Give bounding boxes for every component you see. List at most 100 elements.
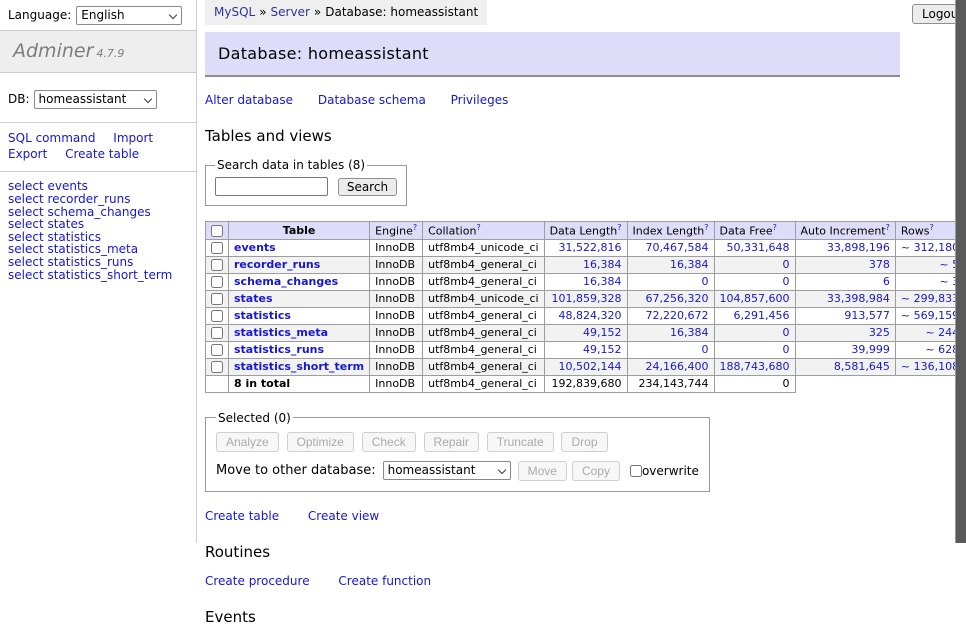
row-checkbox[interactable] <box>211 361 223 373</box>
help-link[interactable]: ? <box>704 223 708 232</box>
data-free-link[interactable]: 0 <box>783 326 790 339</box>
index-length-link[interactable]: 67,256,320 <box>646 292 709 305</box>
table-link[interactable]: statistics_meta <box>234 326 328 339</box>
row-checkbox[interactable] <box>211 242 223 254</box>
column-header-auto-increment: Auto Increment? <box>795 222 895 240</box>
table-link[interactable]: schema_changes <box>234 275 338 288</box>
auto-increment-link[interactable]: 39,999 <box>851 343 890 356</box>
engine-cell: InnoDB <box>370 256 423 273</box>
language-select[interactable]: English <box>76 6 182 25</box>
data-length-link[interactable]: 48,824,320 <box>559 309 622 322</box>
table-link[interactable]: recorder_runs <box>234 258 320 271</box>
sidebar-link-create-table[interactable]: Create table <box>65 147 139 161</box>
auto-increment-link[interactable]: 33,898,196 <box>827 241 890 254</box>
sidebar-item-select-statistics-runs[interactable]: select statistics_runs <box>8 256 188 269</box>
data-free-link[interactable]: 104,857,600 <box>720 292 790 305</box>
help-link[interactable]: ? <box>886 223 890 232</box>
rows-count-link[interactable]: ~ 569,159 <box>901 309 959 322</box>
table-link[interactable]: statistics_runs <box>234 343 324 356</box>
row-checkbox[interactable] <box>211 344 223 356</box>
table-link[interactable]: statistics <box>234 309 291 322</box>
index-length-link[interactable]: 16,384 <box>670 326 709 339</box>
help-link[interactable]: ? <box>773 223 777 232</box>
help-link[interactable]: ? <box>617 223 621 232</box>
row-checkbox[interactable] <box>211 327 223 339</box>
total-data-length: 192,839,680 <box>544 375 627 392</box>
move-database-select[interactable]: homeassistant <box>383 461 511 480</box>
auto-increment-link[interactable]: 6 <box>883 275 890 288</box>
sidebar-link-sql-command[interactable]: SQL command <box>8 131 95 145</box>
data-free-link[interactable]: 188,743,680 <box>720 360 790 373</box>
auto-increment-link[interactable]: 33,398,984 <box>827 292 890 305</box>
data-free-link[interactable]: 6,291,456 <box>734 309 790 322</box>
create-procedure-link[interactable]: Create procedure <box>205 574 310 588</box>
engine-cell: InnoDB <box>370 324 423 341</box>
index-length-link[interactable]: 70,467,584 <box>646 241 709 254</box>
breadcrumb-link-server[interactable]: Server <box>271 5 310 19</box>
auto-increment-link[interactable]: 378 <box>869 258 890 271</box>
sidebar-link-import[interactable]: Import <box>113 131 153 145</box>
auto-increment-link[interactable]: 325 <box>869 326 890 339</box>
select-all-checkbox[interactable] <box>211 225 223 237</box>
data-free-link[interactable]: 0 <box>783 343 790 356</box>
search-input[interactable] <box>215 177 328 196</box>
move-button[interactable]: Move <box>518 461 567 481</box>
db-row: DB:homeassistant <box>0 90 196 123</box>
create-view-link[interactable]: Create view <box>308 509 379 523</box>
alter-database-link[interactable]: Alter database <box>205 93 293 107</box>
data-free-link[interactable]: 0 <box>783 258 790 271</box>
auto-increment-link[interactable]: 8,581,645 <box>834 360 890 373</box>
sidebar-item-select-recorder-runs[interactable]: select recorder_runs <box>8 193 188 206</box>
sidebar-item-select-states[interactable]: select states <box>8 218 188 231</box>
data-length-link[interactable]: 10,502,144 <box>559 360 622 373</box>
table-link[interactable]: states <box>234 292 273 305</box>
check-button[interactable]: Check <box>362 432 416 452</box>
overwrite-checkbox[interactable] <box>630 465 642 477</box>
analyze-button[interactable]: Analyze <box>216 432 279 452</box>
adminer-logo[interactable]: Adminer4.7.9 <box>0 30 196 73</box>
row-checkbox[interactable] <box>211 310 223 322</box>
rows-count-link[interactable]: ~ 136,108 <box>901 360 959 373</box>
sidebar-actions: SQL command Import Export Create table <box>0 123 197 172</box>
create-function-link[interactable]: Create function <box>338 574 431 588</box>
index-length-link[interactable]: 72,220,672 <box>646 309 709 322</box>
data-length-link[interactable]: 31,522,816 <box>559 241 622 254</box>
copy-button[interactable]: Copy <box>572 461 620 481</box>
rows-count-link[interactable]: ~ 312,180 <box>901 241 959 254</box>
sidebar-item-select-statistics-short-term[interactable]: select statistics_short_term <box>8 269 188 282</box>
index-length-link[interactable]: 0 <box>702 275 709 288</box>
optimize-button[interactable]: Optimize <box>287 432 354 452</box>
create-table-link[interactable]: Create table <box>205 509 279 523</box>
data-length-link[interactable]: 101,859,328 <box>552 292 622 305</box>
breadcrumb-link-mysql[interactable]: MySQL <box>214 5 255 19</box>
data-length-link[interactable]: 16,384 <box>583 275 622 288</box>
index-length-link[interactable]: 0 <box>702 343 709 356</box>
repair-button[interactable]: Repair <box>424 432 479 452</box>
index-length-link[interactable]: 16,384 <box>670 258 709 271</box>
row-checkbox[interactable] <box>211 293 223 305</box>
help-link[interactable]: ? <box>476 223 480 232</box>
db-select[interactable]: homeassistant <box>34 90 157 109</box>
search-button[interactable]: Search <box>338 178 397 196</box>
page-title: Database: homeassistant <box>205 32 900 77</box>
data-length-link[interactable]: 49,152 <box>583 343 622 356</box>
help-link[interactable]: ? <box>413 223 417 232</box>
data-length-link[interactable]: 16,384 <box>583 258 622 271</box>
rows-count-link[interactable]: ~ 299,833 <box>901 292 959 305</box>
auto-increment-link[interactable]: 913,577 <box>844 309 890 322</box>
sidebar-link-export[interactable]: Export <box>8 147 47 161</box>
index-length-link[interactable]: 24,166,400 <box>646 360 709 373</box>
data-free-link[interactable]: 50,331,648 <box>727 241 790 254</box>
truncate-button[interactable]: Truncate <box>487 432 554 452</box>
vertical-scrollbar[interactable] <box>955 0 966 543</box>
database-schema-link[interactable]: Database schema <box>318 93 426 107</box>
data-length-link[interactable]: 49,152 <box>583 326 622 339</box>
help-link[interactable]: ? <box>929 223 933 232</box>
row-checkbox[interactable] <box>211 276 223 288</box>
data-free-link[interactable]: 0 <box>783 275 790 288</box>
table-link[interactable]: statistics_short_term <box>234 360 364 373</box>
drop-button[interactable]: Drop <box>561 432 607 452</box>
privileges-link[interactable]: Privileges <box>451 93 509 107</box>
row-checkbox[interactable] <box>211 259 223 271</box>
table-link[interactable]: events <box>234 241 276 254</box>
